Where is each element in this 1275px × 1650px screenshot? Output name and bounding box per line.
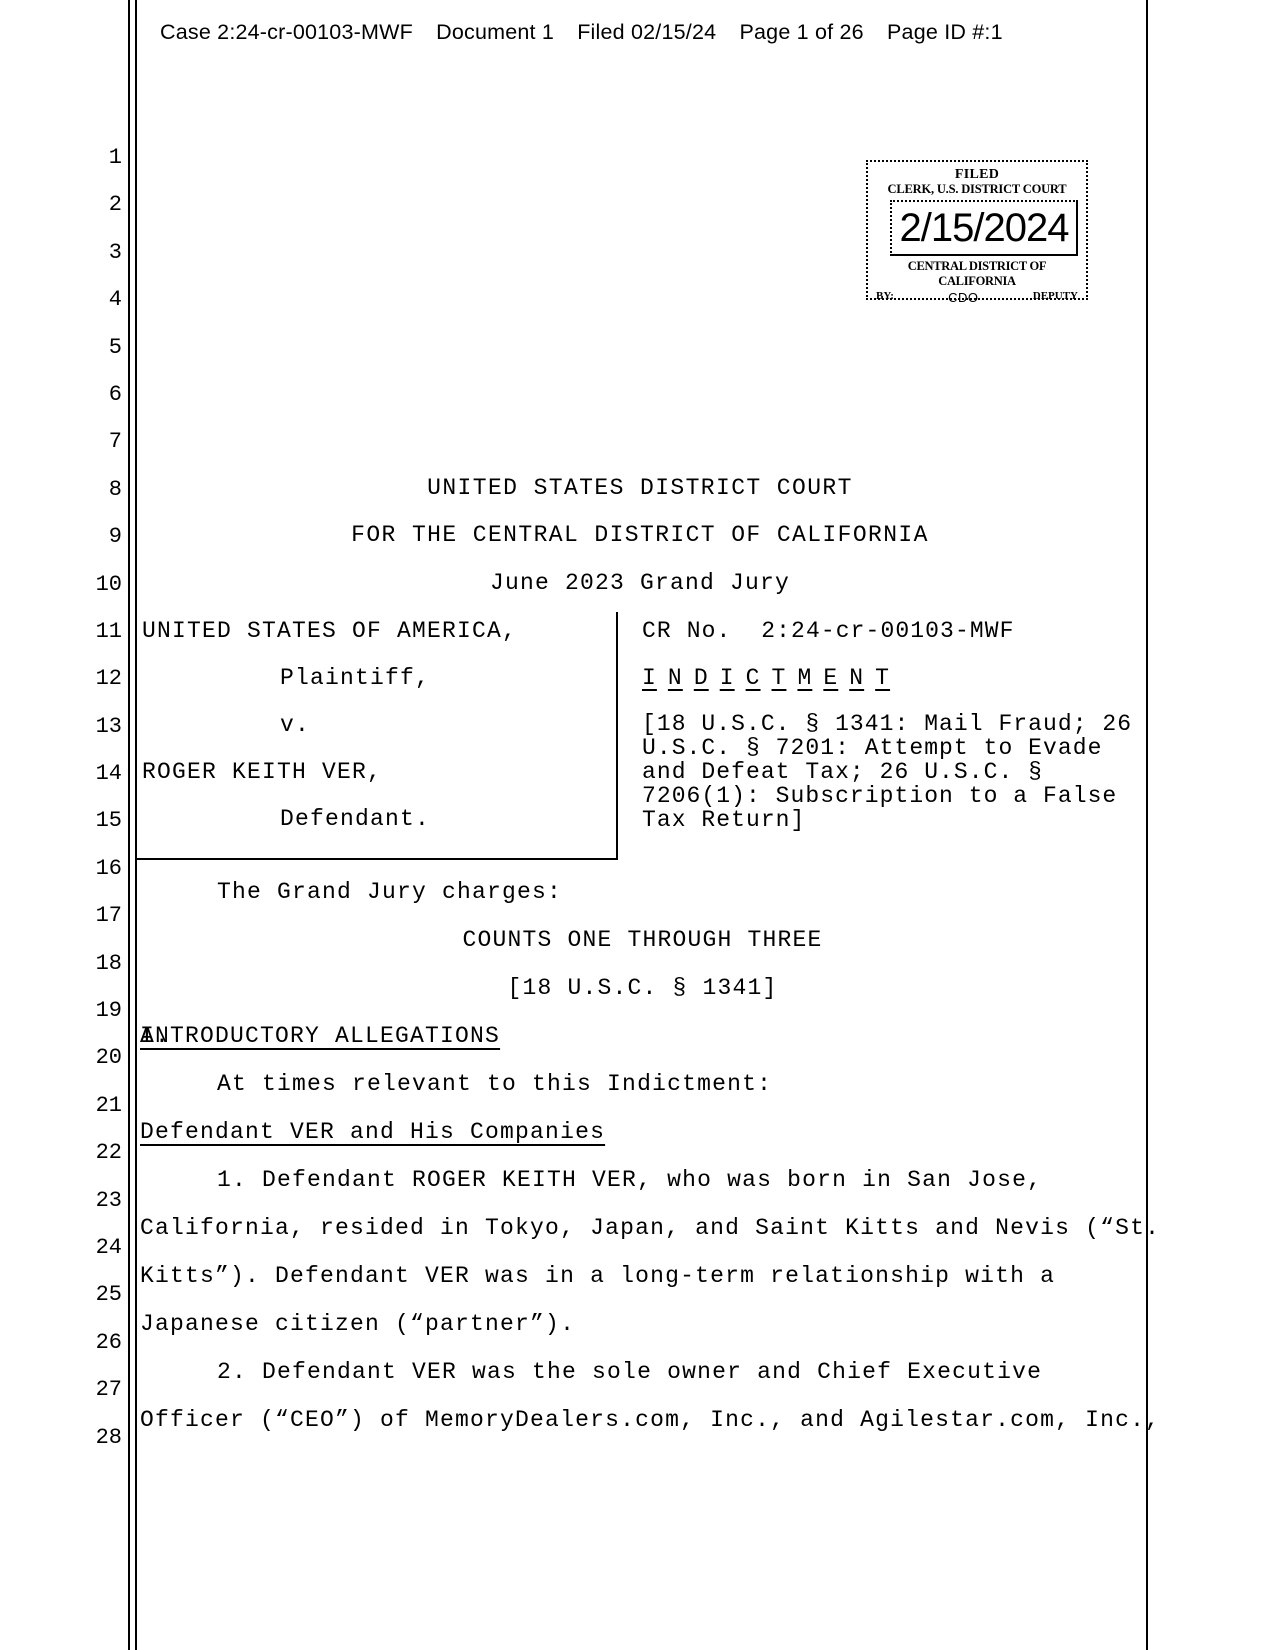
- line-number: 27: [95, 1377, 122, 1403]
- ecf-case-number: Case 2:24-cr-00103-MWF: [160, 20, 413, 44]
- indictment-letter: D: [693, 665, 709, 691]
- case-caption: UNITED STATES OF AMERICA, Plaintiff, v. …: [137, 612, 1145, 860]
- indictment-letter: N: [667, 665, 683, 691]
- filed-stamp: FILED CLERK, U.S. DISTRICT COURT 2/15/20…: [866, 160, 1088, 305]
- filed-stamp-signature-row: BY: CDO DEPUTY: [868, 290, 1086, 305]
- ecf-page-number: Page 1 of 26: [739, 20, 864, 44]
- line-number: 18: [95, 950, 122, 976]
- line-number: 19: [95, 998, 122, 1024]
- filed-stamp-title: FILED: [954, 167, 1000, 182]
- line-number: 14: [95, 761, 122, 787]
- filed-stamp-deputy-initials: CDO: [948, 290, 979, 305]
- versus-label: v.: [280, 712, 311, 738]
- filed-stamp-clerk: CLERK, U.S. DISTRICT COURT: [887, 182, 1067, 196]
- statute-line: [18 U.S.C. § 1341: Mail Fraud; 26: [642, 711, 1133, 737]
- line-number: 4: [108, 287, 122, 313]
- line-number: 5: [108, 334, 122, 360]
- line-number: 23: [95, 1187, 122, 1213]
- ecf-page-id: Page ID #:1: [887, 20, 1003, 44]
- line-number: 26: [95, 1329, 122, 1355]
- cr-number-line: CR No. 2:24-cr-00103-MWF: [642, 618, 1015, 644]
- indictment-letter: N: [849, 665, 865, 691]
- grand-jury-charges-line: The Grand Jury charges:: [217, 879, 563, 905]
- line-number: 16: [95, 855, 122, 881]
- defendant-name: ROGER KEITH VER,: [142, 759, 383, 785]
- plaintiff-role: Plaintiff,: [280, 665, 431, 691]
- filed-stamp-deputy-label: DEPUTY: [1032, 290, 1078, 302]
- line-number: 13: [95, 713, 122, 739]
- indictment-letter: I: [719, 665, 735, 691]
- paragraph-1-line: Japanese citizen (“partner”).: [140, 1311, 576, 1337]
- paragraph-2-line: 2. Defendant VER was the sole owner and …: [217, 1359, 1043, 1385]
- paragraph-1-line: California, resided in Tokyo, Japan, and…: [140, 1215, 1161, 1241]
- caption-parties: UNITED STATES OF AMERICA, Plaintiff, v. …: [137, 612, 618, 860]
- line-number: 17: [95, 903, 122, 929]
- grand-jury-term: June 2023 Grand Jury: [489, 570, 791, 596]
- line-number: 9: [108, 524, 122, 550]
- line-number: 22: [95, 1140, 122, 1166]
- counts-statute: [18 U.S.C. § 1341]: [507, 975, 778, 1001]
- line-number: 20: [95, 1045, 122, 1071]
- line-number: 28: [95, 1424, 122, 1450]
- paragraph-1-line: 1. Defendant ROGER KEITH VER, who was bo…: [217, 1167, 1043, 1193]
- indictment-letter: M: [797, 665, 813, 691]
- line-number: 12: [95, 666, 122, 692]
- paragraph-2-line: Officer (“CEO”) of MemoryDealers.com, In…: [140, 1407, 1161, 1433]
- counts-heading: COUNTS ONE THROUGH THREE: [462, 927, 823, 953]
- indictment-letter: T: [771, 665, 787, 691]
- statute-line: Tax Return]: [642, 807, 806, 833]
- filed-stamp-by-label: BY:: [876, 290, 894, 302]
- indictment-letter: E: [823, 665, 839, 691]
- indictment-title: INDICTMENT: [642, 665, 901, 691]
- line-number: 15: [95, 808, 122, 834]
- indictment-letter: T: [875, 665, 891, 691]
- line-number: 2: [108, 192, 122, 218]
- court-name: UNITED STATES DISTRICT COURT: [427, 475, 853, 501]
- paragraph-1-line: Kitts”). Defendant VER was in a long-ter…: [140, 1263, 1056, 1289]
- right-margin-rule: [1146, 0, 1148, 1650]
- court-district: FOR THE CENTRAL DISTRICT OF CALIFORNIA: [351, 522, 929, 548]
- ecf-filed-date: Filed 02/15/24: [577, 20, 717, 44]
- indictment-letter: I: [642, 665, 657, 691]
- document-page: Case 2:24-cr-00103-MWF Document 1 Filed …: [0, 0, 1275, 1650]
- line-number: 3: [108, 239, 122, 265]
- ecf-document-number: Document 1: [436, 20, 555, 44]
- line-number: 11: [95, 618, 122, 644]
- line-number: 6: [108, 381, 122, 407]
- cr-number-label: CR No.: [642, 618, 732, 644]
- plaintiff-name: UNITED STATES OF AMERICA,: [142, 618, 518, 644]
- filed-stamp-date-box: 2/15/2024: [890, 200, 1078, 256]
- line-number: 8: [108, 476, 122, 502]
- section-title: INTRODUCTORY ALLEGATIONS: [140, 1023, 501, 1049]
- at-times-relevant-line: At times relevant to this Indictment:: [217, 1071, 773, 1097]
- line-number: 7: [108, 429, 122, 455]
- indictment-letter: C: [745, 665, 761, 691]
- statute-line: and Defeat Tax; 26 U.S.C. §: [642, 759, 1044, 785]
- line-number: 1: [108, 145, 122, 170]
- subheading-defendant-companies: Defendant VER and His Companies: [140, 1119, 606, 1145]
- line-number: 21: [95, 1092, 122, 1118]
- filed-stamp-district: CENTRAL DISTRICT OF CALIFORNIA: [907, 259, 1047, 288]
- statute-line: 7206(1): Subscription to a False: [642, 783, 1118, 809]
- filed-stamp-date: 2/15/2024: [899, 206, 1070, 250]
- left-margin-rule-outer: [128, 0, 130, 1650]
- line-number: 10: [95, 571, 122, 597]
- line-number: 24: [95, 1234, 122, 1260]
- cr-number-value: 2:24-cr-00103-MWF: [761, 618, 1015, 644]
- line-number-column: 1 2 3 4 5 6 7 8 9 10 11 12 13 14 15 16 1…: [78, 134, 122, 1461]
- charged-statutes: [18 U.S.C. § 1341: Mail Fraud; 26 U.S.C.…: [642, 712, 1142, 832]
- line-number: 25: [95, 1282, 122, 1308]
- defendant-role: Defendant.: [280, 806, 431, 832]
- ecf-header-stamp: Case 2:24-cr-00103-MWF Document 1 Filed …: [160, 20, 1120, 45]
- statute-line: U.S.C. § 7201: Attempt to Evade: [642, 735, 1103, 761]
